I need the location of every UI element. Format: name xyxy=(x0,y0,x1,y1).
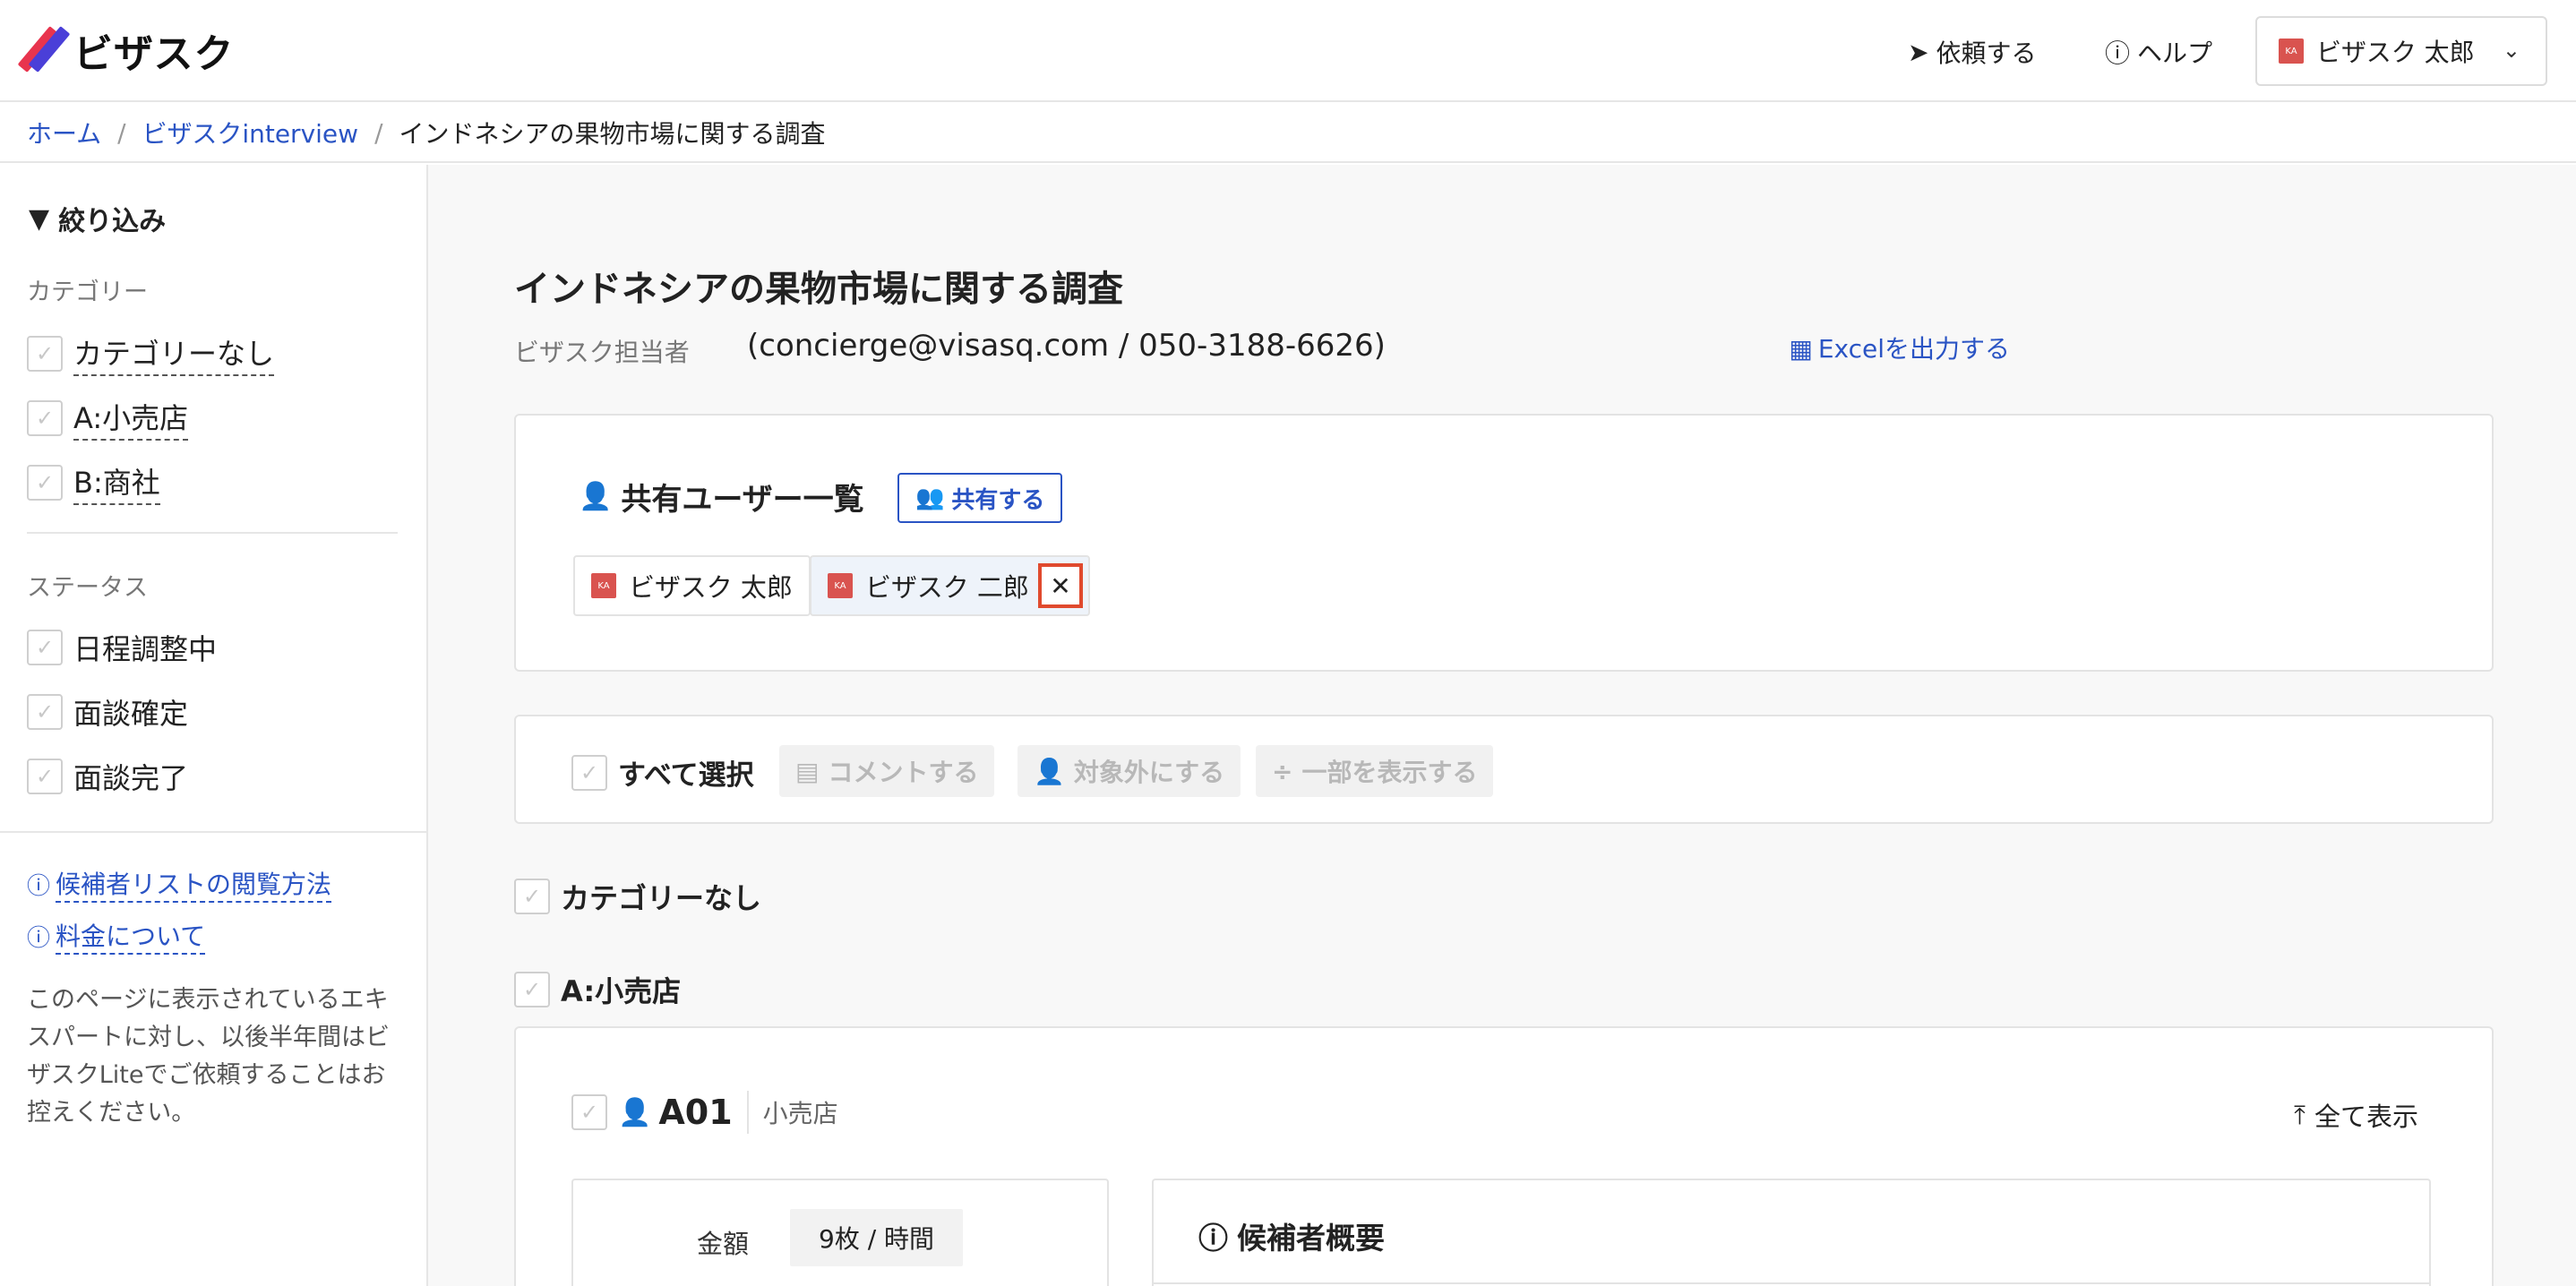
summary-title: ⓘ 候補者概要 xyxy=(1198,1214,1385,1257)
price-value: 9枚 / 時間 xyxy=(790,1209,964,1266)
help-link-candidate-list[interactable]: ⓘ 候補者リストの閲覧方法 xyxy=(27,865,332,903)
excel-icon: ▦ xyxy=(1789,334,1813,364)
status-heading: ステータス xyxy=(27,574,148,602)
breadcrumb-current: インドネシアの果物市場に関する調査 xyxy=(399,119,826,149)
category-checkbox[interactable]: ✓ xyxy=(514,972,550,1007)
candidate-summary: ⓘ 候補者概要 xyxy=(1152,1179,2431,1286)
breadcrumb-separator: / xyxy=(374,117,383,148)
breadcrumb-parent[interactable]: ビザスクinterview xyxy=(142,115,358,150)
breadcrumb-home[interactable]: ホーム xyxy=(27,115,101,150)
expert-header: ✓ 👤 A01 小売店 xyxy=(571,1091,838,1134)
shared-user-chip: KA ビザスク 太郎 xyxy=(573,555,811,616)
request-button[interactable]: ➤ 依頼する xyxy=(1908,32,2036,72)
users-icon: 👥 xyxy=(915,484,945,511)
price-box: 金額 9枚 / 時間 xyxy=(571,1179,1109,1286)
person-icon: 👤 xyxy=(579,481,613,512)
remove-user-button[interactable]: ✕ xyxy=(1037,563,1083,608)
checkbox[interactable]: ✓ xyxy=(27,465,63,501)
filter-status-completed[interactable]: ✓ 面談完了 xyxy=(27,756,188,797)
chevron-down-icon: ⌄ xyxy=(2502,38,2520,63)
select-all-checkbox[interactable]: ✓ xyxy=(571,754,607,791)
filter-label: カテゴリーなし xyxy=(73,331,275,376)
exclude-button[interactable]: 👤 対象外にする xyxy=(1018,745,1241,797)
user-menu-button[interactable]: KA ビザスク 太郎 ⌄ xyxy=(2255,16,2547,86)
filter-label: B:商社 xyxy=(73,460,160,505)
shared-user-name: ビザスク 二郎 xyxy=(865,572,1029,603)
expert-card: ✓ 👤 A01 小売店 ⤒ 全て表示 金額 9枚 / 時間 ⓘ 候補者概要 xyxy=(514,1026,2494,1286)
divider xyxy=(746,1091,749,1134)
checkbox[interactable]: ✓ xyxy=(27,759,63,794)
question-circle-icon: ⓘ xyxy=(27,872,51,900)
send-icon: ➤ xyxy=(1908,37,1929,67)
filter-category-none[interactable]: ✓ カテゴリーなし xyxy=(27,331,275,376)
logo[interactable]: ビザスク xyxy=(17,26,235,77)
select-all[interactable]: ✓ すべて選択 xyxy=(571,752,754,793)
filter-status-scheduling[interactable]: ✓ 日程調整中 xyxy=(27,627,217,668)
shared-user-name: ビザスク 太郎 xyxy=(629,572,793,603)
expand-icon: ⤒ xyxy=(2294,1099,2306,1130)
divide-icon: ÷ xyxy=(1272,756,1293,786)
share-button[interactable]: 👥 共有する xyxy=(897,473,1063,523)
app-header: ビザスク ➤ 依頼する ⓘ ヘルプ KA ビザスク 太郎 ⌄ xyxy=(0,0,2576,102)
logo-text: ビザスク xyxy=(73,31,235,77)
checkbox[interactable]: ✓ xyxy=(27,336,63,372)
show-all-button[interactable]: ⤒ 全て表示 xyxy=(2294,1096,2418,1134)
category-row-a[interactable]: ✓ A:小売店 xyxy=(514,969,681,1010)
contact-value: (concierge@visasq.com / 050-3188-6626) xyxy=(747,328,1386,364)
page-title: インドネシアの果物市場に関する調査 xyxy=(514,269,1123,310)
filter-label: A:小売店 xyxy=(73,396,189,441)
comment-icon: ▤ xyxy=(795,756,820,786)
checkbox[interactable]: ✓ xyxy=(27,694,63,730)
filter-sidebar: ▼ 絞り込み カテゴリー ✓ カテゴリーなし ✓ A:小売店 ✓ B:商社 ステ… xyxy=(0,165,428,1286)
sidebar-note: このページに表示されているエキスパートに対し、以後半年間はビザスクLiteでご依… xyxy=(27,986,390,1127)
avatar: KA xyxy=(591,573,616,598)
category-checkbox[interactable]: ✓ xyxy=(514,879,550,914)
expert-id: A01 xyxy=(658,1093,733,1132)
filter-label: 面談完了 xyxy=(73,761,189,795)
filter-icon: ▼ xyxy=(29,202,50,235)
price-label: 金額 xyxy=(697,1229,750,1259)
question-circle-icon: ⓘ xyxy=(2105,39,2131,68)
filter-label: 面談確定 xyxy=(73,697,189,731)
filter-status-confirmed[interactable]: ✓ 面談確定 xyxy=(27,691,188,733)
shared-users-card: 👤 共有ユーザー一覧 👥 共有する KA ビザスク 太郎 KA ビザスク 二郎 … xyxy=(514,414,2494,672)
category-row-none[interactable]: ✓ カテゴリーなし xyxy=(514,876,761,917)
person-icon: 👤 xyxy=(618,1096,652,1128)
help-button[interactable]: ⓘ ヘルプ xyxy=(2105,32,2212,72)
divider xyxy=(27,532,398,534)
contact-label: ビザスク担当者 xyxy=(514,338,690,367)
avatar: KA xyxy=(2279,39,2304,64)
shared-user-chip: KA ビザスク 二郎 ✕ xyxy=(810,555,1090,616)
divider xyxy=(0,831,426,833)
bulk-action-bar: ✓ すべて選択 ▤ コメントする 👤 対象外にする ÷ 一部を表示する xyxy=(514,715,2494,824)
request-label: 依頼する xyxy=(1936,39,2037,68)
expert-category: 小売店 xyxy=(762,1099,838,1128)
filter-category-b[interactable]: ✓ B:商社 xyxy=(27,460,160,505)
checkbox[interactable]: ✓ xyxy=(27,630,63,665)
info-icon: ⓘ xyxy=(1198,1221,1228,1256)
avatar: KA xyxy=(828,573,853,598)
show-part-button[interactable]: ÷ 一部を表示する xyxy=(1256,745,1494,797)
breadcrumb: ホーム / ビザスクinterview / インドネシアの果物市場に関する調査 xyxy=(0,104,2576,163)
filter-category-a[interactable]: ✓ A:小売店 xyxy=(27,396,189,441)
user-name: ビザスク 太郎 xyxy=(2316,38,2475,67)
comment-button[interactable]: ▤ コメントする xyxy=(779,745,995,797)
help-link-pricing[interactable]: ⓘ 料金について xyxy=(27,917,206,955)
question-circle-icon: ⓘ xyxy=(27,924,51,952)
category-heading: カテゴリー xyxy=(27,279,148,306)
shared-users-title: 👤 共有ユーザー一覧 xyxy=(579,481,864,518)
main-content: インドネシアの果物市場に関する調査 ビザスク担当者 (concierge@vis… xyxy=(428,165,2576,1286)
help-label: ヘルプ xyxy=(2137,39,2213,68)
filter-label: 日程調整中 xyxy=(73,632,218,666)
excel-export-link[interactable]: ▦ Excelを出力する xyxy=(1349,330,2010,365)
expert-checkbox[interactable]: ✓ xyxy=(571,1094,607,1130)
checkbox[interactable]: ✓ xyxy=(27,400,63,436)
divider xyxy=(1154,1282,2429,1284)
filter-title: ▼ 絞り込み xyxy=(29,202,167,238)
user-remove-icon: 👤 xyxy=(1034,756,1065,786)
breadcrumb-separator: / xyxy=(117,117,126,148)
logo-mark-icon xyxy=(17,26,71,73)
